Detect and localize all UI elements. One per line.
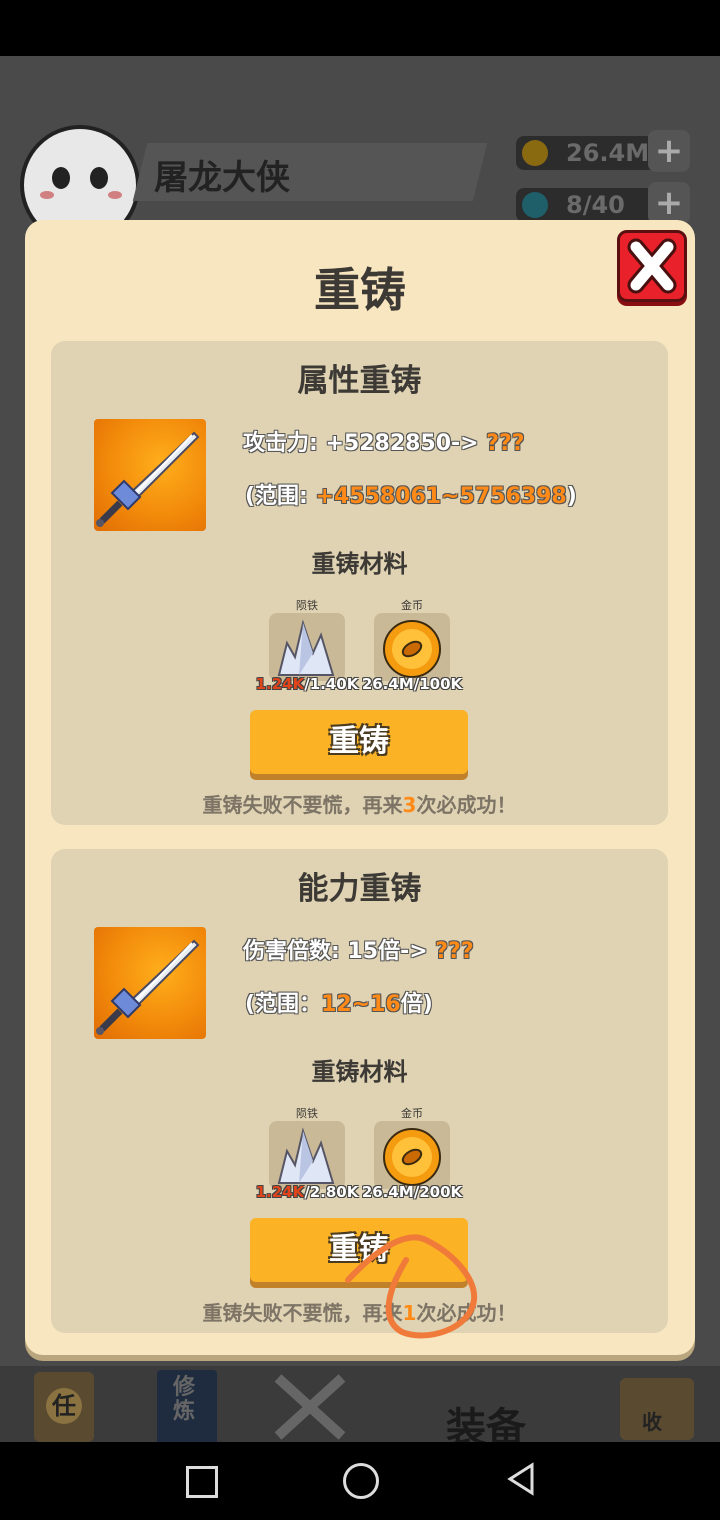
nav-battle-button[interactable] bbox=[270, 1372, 350, 1442]
sword-icon bbox=[96, 939, 200, 1035]
close-button[interactable] bbox=[617, 230, 687, 302]
close-icon bbox=[627, 238, 677, 294]
back-button[interactable] bbox=[506, 1462, 536, 1496]
coin-icon bbox=[374, 1121, 450, 1189]
annotation-circle bbox=[345, 1234, 478, 1339]
nav-shop-button[interactable]: 收 bbox=[620, 1378, 694, 1440]
energy-counter: 8/40 + bbox=[516, 182, 690, 224]
home-button[interactable] bbox=[343, 1463, 379, 1499]
sword-icon bbox=[96, 431, 200, 527]
nav-cultivate-button[interactable]: 修炼 bbox=[157, 1370, 217, 1446]
shop-icon: 收 bbox=[642, 1410, 662, 1434]
cultivate-book-icon: 修炼 bbox=[173, 1375, 196, 1424]
bottom-nav bbox=[0, 1366, 720, 1442]
material-count: 1.24K/2.80K bbox=[255, 1183, 359, 1201]
material-count: 1.24K/1.40K bbox=[255, 675, 359, 693]
crossed-swords-icon bbox=[274, 1374, 346, 1440]
material-count: 26.4M/100K bbox=[361, 675, 463, 693]
attack-range: (范围: +4558061~5756398) bbox=[245, 484, 577, 509]
reforge-dialog: 重铸 属性重铸 攻击力: +5282850-> ??? (范围: +455806… bbox=[25, 220, 695, 1355]
recent-apps-button[interactable] bbox=[186, 1466, 218, 1498]
status-bar bbox=[0, 0, 720, 56]
nav-task-button[interactable]: 任 bbox=[34, 1372, 94, 1442]
gold-counter: 26.4M + bbox=[516, 130, 690, 172]
add-gold-button[interactable]: + bbox=[648, 130, 690, 172]
material-name: 金币 bbox=[401, 1107, 423, 1120]
section-title: 属性重铸 bbox=[297, 363, 422, 399]
sword-item bbox=[94, 927, 206, 1039]
gold-amount: 26.4M bbox=[566, 139, 650, 167]
multiplier-range: (范围：12~16倍) bbox=[245, 992, 433, 1017]
add-energy-button[interactable]: + bbox=[648, 182, 690, 224]
guarantee-hint: 重铸失败不要慌，再来3次必成功！ bbox=[202, 793, 517, 817]
player-name: 屠龙大侠 bbox=[154, 158, 290, 198]
attack-stat: 攻击力: +5282850-> ??? bbox=[243, 431, 525, 456]
materials-title: 重铸材料 bbox=[311, 550, 408, 578]
energy-amount: 8/40 bbox=[566, 191, 625, 219]
material-name: 金币 bbox=[401, 599, 423, 612]
coin-icon bbox=[374, 613, 450, 681]
material-name: 陨铁 bbox=[296, 1107, 318, 1120]
attribute-reforge-button[interactable]: 重铸 bbox=[250, 710, 468, 774]
gold-coin-icon bbox=[522, 140, 548, 166]
dialog-title: 重铸 bbox=[314, 263, 406, 317]
crystal-icon bbox=[269, 1121, 345, 1189]
sword-item bbox=[94, 419, 206, 531]
section-title: 能力重铸 bbox=[297, 871, 422, 907]
crystal-icon bbox=[269, 613, 345, 681]
task-scroll-icon: 任 bbox=[46, 1388, 82, 1424]
materials-title: 重铸材料 bbox=[311, 1058, 408, 1086]
material-name: 陨铁 bbox=[296, 599, 318, 612]
energy-icon bbox=[522, 192, 548, 218]
material-count: 26.4M/200K bbox=[361, 1183, 463, 1201]
attribute-reforge-section: 属性重铸 攻击力: +5282850-> ??? (范围: +4558061~5… bbox=[51, 341, 668, 825]
damage-multiplier-stat: 伤害倍数: 15倍-> ??? bbox=[243, 939, 474, 964]
